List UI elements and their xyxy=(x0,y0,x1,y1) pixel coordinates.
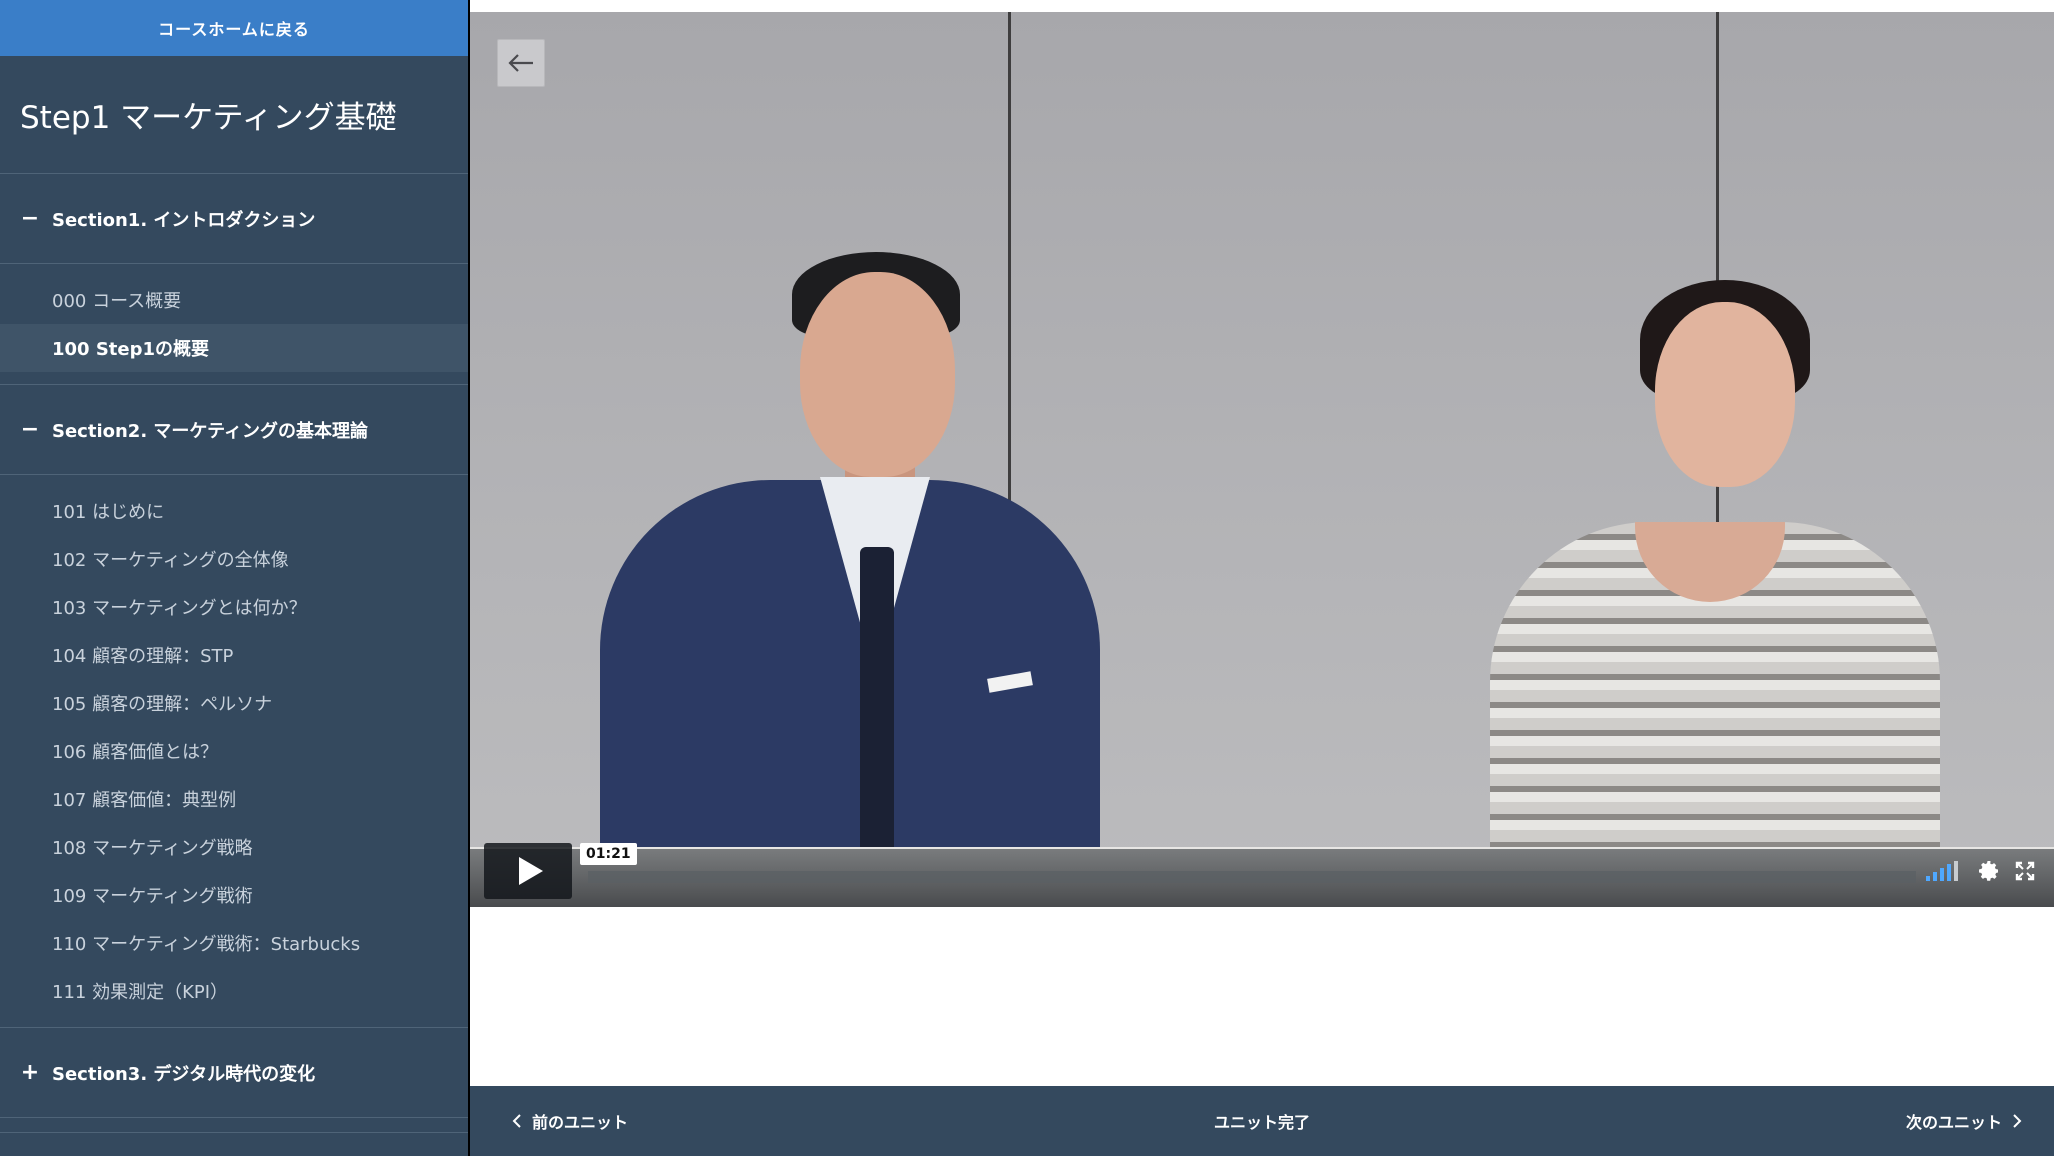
presenter-head xyxy=(1655,302,1795,487)
main-content: 01:21 前のユニット ユニット完了 次のユニット xyxy=(470,0,2054,1156)
course-sidebar: コースホームに戻る Step1 マーケティング基礎 − Section1. イン… xyxy=(0,0,468,1156)
unit-item-103[interactable]: 103 マーケティングとは何か？ xyxy=(0,583,468,631)
section-header-1[interactable]: − Section1. イントロダクション xyxy=(0,174,468,264)
unit-item-104[interactable]: 104 顧客の理解：STP xyxy=(0,631,468,679)
unit-item-110[interactable]: 110 マーケティング戦術：Starbucks xyxy=(0,919,468,967)
section-header-2[interactable]: − Section2. マーケティングの基本理論 xyxy=(0,385,468,475)
time-tooltip: 01:21 xyxy=(580,843,637,865)
video-player[interactable]: 01:21 xyxy=(470,12,2054,907)
gear-icon xyxy=(1979,861,1998,881)
play-button[interactable] xyxy=(484,843,572,899)
unit-navigation-bar: 前のユニット ユニット完了 次のユニット xyxy=(470,1086,2054,1156)
expand-icon: + xyxy=(20,1059,40,1085)
progress-bar[interactable] xyxy=(588,871,1916,883)
section-header-3[interactable]: + Section3. デジタル時代の変化 xyxy=(0,1028,468,1118)
complete-unit-area: ユニット完了 xyxy=(470,1109,2054,1133)
section-title: Section2. マーケティングの基本理論 xyxy=(52,420,368,442)
unit-item-101[interactable]: 101 はじめに xyxy=(0,487,468,535)
collapse-icon: − xyxy=(20,205,40,231)
volume-icon[interactable] xyxy=(1926,861,1960,881)
unit-item-108[interactable]: 108 マーケティング戦略 xyxy=(0,823,468,871)
section-title: Section3. デジタル時代の変化 xyxy=(52,1063,316,1085)
complete-unit-button[interactable]: ユニット完了 xyxy=(1214,1113,1310,1132)
wall-panel-line xyxy=(1008,12,1011,552)
previous-unit-label: 前のユニット xyxy=(532,1113,629,1132)
section-title: Section1. イントロダクション xyxy=(52,209,316,231)
settings-button[interactable] xyxy=(1976,859,2002,883)
fullscreen-button[interactable] xyxy=(2012,859,2038,883)
unit-item-102[interactable]: 102 マーケティングの全体像 xyxy=(0,535,468,583)
sidebar-divider xyxy=(0,1118,468,1133)
previous-unit-button[interactable]: 前のユニット xyxy=(512,1109,628,1133)
play-icon xyxy=(519,857,543,885)
unit-item-109[interactable]: 109 マーケティング戦術 xyxy=(0,871,468,919)
unit-list-section-1: 000 コース概要 100 Step1の概要 xyxy=(0,264,468,385)
collapse-icon: − xyxy=(20,416,40,442)
back-arrow-button[interactable] xyxy=(497,39,545,87)
back-to-course-home-button[interactable]: コースホームに戻る xyxy=(0,0,468,56)
next-unit-button[interactable]: 次のユニット xyxy=(1906,1109,2022,1133)
presenter-head xyxy=(800,272,955,477)
chevron-left-icon xyxy=(512,1114,521,1128)
course-title: Step1 マーケティング基礎 xyxy=(0,56,468,174)
unit-item-105[interactable]: 105 顧客の理解：ペルソナ xyxy=(0,679,468,727)
chevron-right-icon xyxy=(2013,1114,2022,1128)
unit-item-000[interactable]: 000 コース概要 xyxy=(0,276,468,324)
fullscreen-icon xyxy=(2015,861,2035,881)
unit-item-100-active[interactable]: 100 Step1の概要 xyxy=(0,324,468,372)
player-controls xyxy=(470,849,2054,907)
unit-list-section-2: 101 はじめに 102 マーケティングの全体像 103 マーケティングとは何か… xyxy=(0,475,468,1028)
next-unit-label: 次のユニット xyxy=(1905,1113,2002,1132)
unit-item-107[interactable]: 107 顧客価値：典型例 xyxy=(0,775,468,823)
unit-item-111[interactable]: 111 効果測定（KPI） xyxy=(0,967,468,1015)
arrow-left-icon xyxy=(508,54,533,72)
presenter-tie xyxy=(860,547,894,857)
unit-item-106[interactable]: 106 顧客価値とは？ xyxy=(0,727,468,775)
